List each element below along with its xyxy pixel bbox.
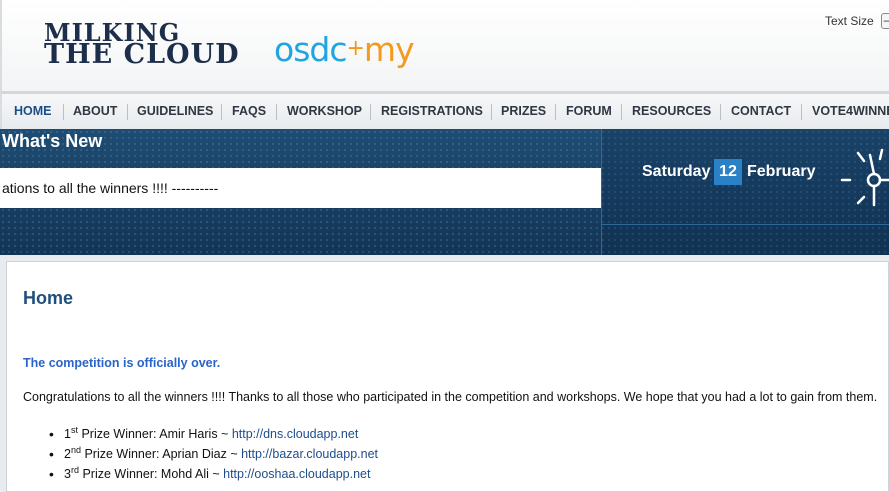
nav-divider <box>63 104 64 120</box>
text-size-decrease-button[interactable]: – <box>881 13 889 29</box>
news-ticker-text: ations to all the winners !!!! ---------… <box>2 180 219 196</box>
nav-divider <box>370 104 371 120</box>
winner-ordinal-suffix: nd <box>70 444 81 455</box>
nav-item-vote4winners[interactable]: VOTE4WINNERS <box>812 94 889 129</box>
nav-divider <box>491 104 492 120</box>
main-nav: HOME ABOUT GUIDELINES FAQS WORKSHOP REGI… <box>0 91 889 129</box>
nav-divider <box>720 104 721 120</box>
winner-ordinal-suffix: rd <box>70 464 79 475</box>
nav-divider <box>555 104 556 120</box>
whats-new-title: What's New <box>2 131 103 151</box>
nav-item-faqs[interactable]: FAQS <box>232 94 266 129</box>
nav-divider <box>801 104 802 120</box>
nav-item-resources[interactable]: RESOURCES <box>632 94 711 129</box>
date-day: Saturday <box>642 163 711 180</box>
congratulations-text: Congratulations to all the winners !!!! … <box>23 390 878 404</box>
nav-item-prizes[interactable]: PRIZES <box>501 94 546 129</box>
winner-link[interactable]: http://bazar.cloudapp.net <box>241 447 378 461</box>
page-title: Home <box>23 288 74 308</box>
whats-new-banner: What's New ations to all the winners !!!… <box>0 129 889 255</box>
nav-item-guidelines[interactable]: GUIDELINES <box>137 94 213 129</box>
nav-item-forum[interactable]: FORUM <box>566 94 612 129</box>
main-content: Home The competition is officially over.… <box>6 261 889 492</box>
winner-label: Prize Winner: Mohd Ali ~ <box>78 467 224 481</box>
date-panel-divider <box>601 224 889 225</box>
nav-item-registrations[interactable]: REGISTRATIONS <box>381 94 483 129</box>
clock-icon <box>840 148 889 207</box>
text-size-label: Text Size <box>825 14 874 28</box>
competition-over-notice: The competition is officially over. <box>23 356 221 370</box>
nav-item-contact[interactable]: CONTACT <box>731 94 791 129</box>
list-item: 2nd Prize Winner: Aprian Diaz ~ http://b… <box>47 444 378 464</box>
nav-divider <box>221 104 222 120</box>
site-header: MILKING THE CLOUD osdc+my Text Size – <box>0 0 889 91</box>
nav-divider <box>276 104 277 120</box>
osdc-logo-my: my <box>363 30 415 69</box>
nav-divider <box>127 104 128 120</box>
nav-item-home[interactable]: HOME <box>14 94 52 129</box>
list-item: 1st Prize Winner: Amir Haris ~ http://dn… <box>47 424 378 444</box>
winner-label: Prize Winner: Aprian Diaz ~ <box>80 447 242 461</box>
winner-label: Prize Winner: Amir Haris ~ <box>77 427 232 441</box>
news-ticker[interactable]: ations to all the winners !!!! ---------… <box>0 168 601 208</box>
winner-ordinal: 1 <box>64 427 71 441</box>
nav-item-about[interactable]: ABOUT <box>73 94 117 129</box>
osdc-logo-plus: + <box>346 36 364 61</box>
winner-ordinal: 3 <box>64 467 71 481</box>
winner-link[interactable]: http://dns.cloudapp.net <box>232 427 358 441</box>
nav-divider <box>621 104 622 120</box>
winners-list: 1st Prize Winner: Amir Haris ~ http://dn… <box>47 424 378 484</box>
date-month: February <box>747 163 816 180</box>
nav-item-workshop[interactable]: WORKSHOP <box>287 94 362 129</box>
osdc-my-logo[interactable]: osdc+my <box>274 30 415 69</box>
winner-ordinal: 2 <box>64 447 71 461</box>
milking-the-cloud-logo[interactable]: MILKING THE CLOUD <box>44 21 240 70</box>
date-number: 12 <box>714 159 742 185</box>
osdc-logo-main: osdc <box>274 30 347 69</box>
winner-ordinal-suffix: st <box>70 424 78 435</box>
list-item: 3rd Prize Winner: Mohd Ali ~ http://oosh… <box>47 464 378 484</box>
logo-line2: THE CLOUD <box>44 39 240 70</box>
winner-link[interactable]: http://ooshaa.cloudapp.net <box>223 467 370 481</box>
